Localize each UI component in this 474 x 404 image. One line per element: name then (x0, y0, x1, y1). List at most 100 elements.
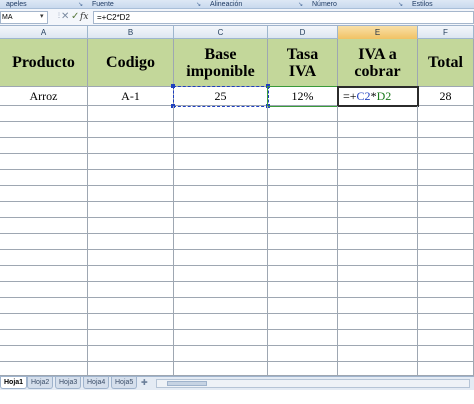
empty-cell[interactable] (88, 266, 174, 282)
empty-cell[interactable] (88, 346, 174, 362)
horizontal-scrollbar[interactable] (156, 379, 470, 388)
empty-cell[interactable] (0, 298, 88, 314)
empty-cell[interactable] (88, 298, 174, 314)
scrollbar-thumb[interactable] (167, 381, 207, 386)
empty-cell[interactable] (174, 282, 268, 298)
empty-cell[interactable] (338, 282, 418, 298)
empty-cell[interactable] (88, 186, 174, 202)
column-header-a[interactable]: A (0, 26, 88, 39)
column-header-c[interactable]: C (174, 26, 268, 39)
empty-cell[interactable] (338, 154, 418, 170)
empty-cell[interactable] (338, 106, 418, 122)
empty-cell[interactable] (88, 154, 174, 170)
empty-cell[interactable] (418, 330, 474, 346)
header-cell-iva-a-cobrar[interactable]: IVA a cobrar (338, 39, 418, 87)
empty-cell[interactable] (338, 362, 418, 376)
empty-cell[interactable] (418, 346, 474, 362)
empty-cell[interactable] (174, 346, 268, 362)
empty-cell[interactable] (0, 234, 88, 250)
sheet-tab-hoja3[interactable]: Hoja3 (55, 377, 82, 389)
empty-cell[interactable] (268, 234, 338, 250)
empty-cell[interactable] (338, 298, 418, 314)
empty-cell[interactable] (174, 266, 268, 282)
empty-cell[interactable] (174, 122, 268, 138)
empty-cell[interactable] (0, 346, 88, 362)
empty-cell[interactable] (418, 362, 474, 376)
empty-cell[interactable] (268, 282, 338, 298)
empty-cell[interactable] (268, 170, 338, 186)
empty-cell[interactable] (88, 202, 174, 218)
empty-cell[interactable] (88, 138, 174, 154)
empty-cell[interactable] (88, 330, 174, 346)
empty-cell[interactable] (174, 170, 268, 186)
chevron-down-icon[interactable]: ▾ (40, 12, 44, 20)
empty-cell[interactable] (0, 122, 88, 138)
header-cell-producto[interactable]: Producto (0, 39, 88, 87)
empty-cell[interactable] (418, 138, 474, 154)
sheet-tab-hoja4[interactable]: Hoja4 (83, 377, 110, 389)
empty-cell[interactable] (268, 106, 338, 122)
empty-cell[interactable] (268, 362, 338, 376)
cell-total[interactable]: 28 (418, 87, 474, 106)
empty-cell[interactable] (268, 314, 338, 330)
empty-cell[interactable] (88, 314, 174, 330)
checkmark-icon[interactable]: ✓ (71, 11, 79, 23)
reference-handle[interactable] (171, 84, 175, 88)
empty-cell[interactable] (88, 234, 174, 250)
empty-cell[interactable] (0, 170, 88, 186)
empty-cell[interactable] (418, 218, 474, 234)
empty-cell[interactable] (174, 218, 268, 234)
empty-cell[interactable] (88, 250, 174, 266)
sheet-tab-hoja5[interactable]: Hoja5 (111, 377, 138, 389)
empty-cell[interactable] (338, 218, 418, 234)
empty-cell[interactable] (0, 186, 88, 202)
empty-cell[interactable] (338, 138, 418, 154)
empty-cell[interactable] (0, 202, 88, 218)
empty-cell[interactable] (88, 282, 174, 298)
empty-cell[interactable] (418, 106, 474, 122)
empty-cell[interactable] (418, 154, 474, 170)
empty-cell[interactable] (88, 170, 174, 186)
empty-cell[interactable] (268, 138, 338, 154)
empty-cell[interactable] (268, 202, 338, 218)
empty-cell[interactable] (0, 266, 88, 282)
empty-cell[interactable] (174, 186, 268, 202)
empty-cell[interactable] (174, 330, 268, 346)
empty-cell[interactable] (338, 170, 418, 186)
empty-cell[interactable] (0, 314, 88, 330)
cancel-icon[interactable]: ✕ (61, 11, 69, 23)
empty-cell[interactable] (268, 298, 338, 314)
sheet-tab-hoja2[interactable]: Hoja2 (27, 377, 54, 389)
empty-cell[interactable] (338, 346, 418, 362)
empty-cell[interactable] (338, 202, 418, 218)
empty-cell[interactable] (174, 362, 268, 376)
empty-cell[interactable] (174, 234, 268, 250)
empty-cell[interactable] (268, 186, 338, 202)
formula-input[interactable]: =+C2*D2 (93, 11, 474, 24)
empty-cell[interactable] (174, 106, 268, 122)
empty-cell[interactable] (174, 138, 268, 154)
empty-cell[interactable] (174, 202, 268, 218)
empty-cell[interactable] (88, 218, 174, 234)
empty-cell[interactable] (338, 234, 418, 250)
cell-producto[interactable]: Arroz (0, 87, 88, 106)
empty-cell[interactable] (0, 362, 88, 376)
insert-function-icon[interactable]: fx (80, 11, 88, 23)
column-header-e[interactable]: E (338, 26, 418, 39)
empty-cell[interactable] (0, 154, 88, 170)
column-header-b[interactable]: B (88, 26, 174, 39)
empty-cell[interactable] (174, 154, 268, 170)
empty-cell[interactable] (0, 282, 88, 298)
empty-cell[interactable] (338, 186, 418, 202)
empty-cell[interactable] (0, 330, 88, 346)
empty-cell[interactable] (418, 250, 474, 266)
header-cell-tasa-iva[interactable]: Tasa IVA (268, 39, 338, 87)
empty-cell[interactable] (88, 122, 174, 138)
empty-cell[interactable] (418, 234, 474, 250)
column-header-f[interactable]: F (418, 26, 474, 39)
empty-cell[interactable] (418, 298, 474, 314)
empty-cell[interactable] (268, 218, 338, 234)
empty-cell[interactable] (268, 154, 338, 170)
header-cell-base-imponible[interactable]: Base imponible (174, 39, 268, 87)
cell-codigo[interactable]: A-1 (88, 87, 174, 106)
